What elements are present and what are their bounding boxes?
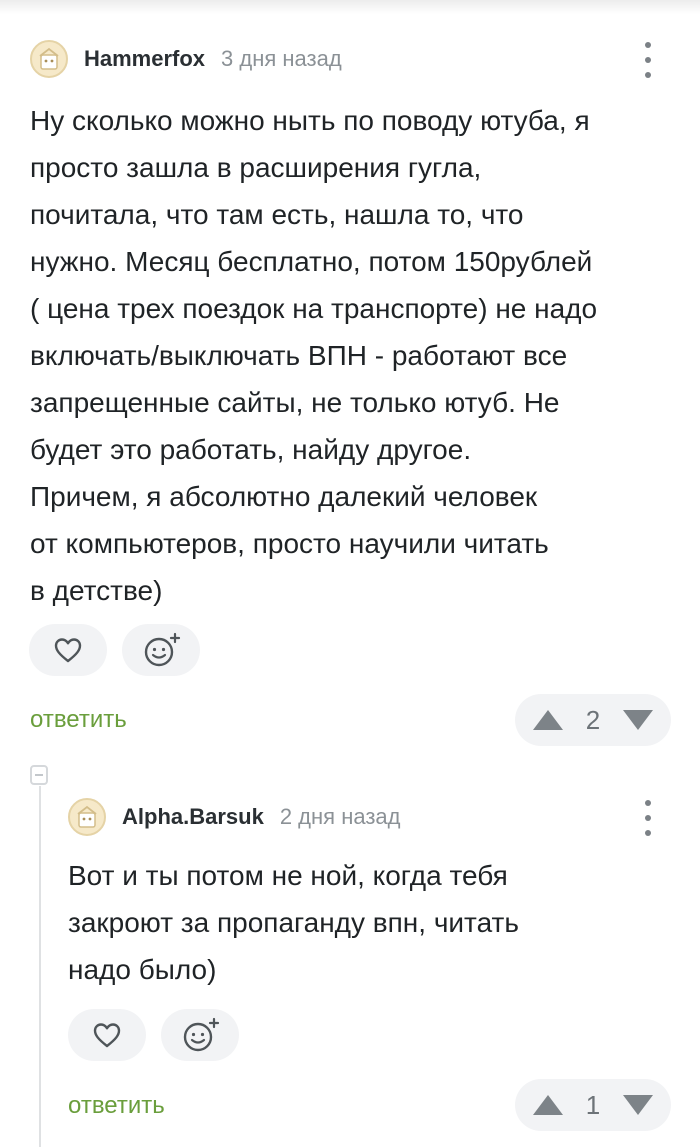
comment-text-line: Вот и ты потом не ной, когда тебя — [68, 860, 508, 891]
comment-text: Ну сколько можно ныть по поводу ютуба, я… — [30, 97, 597, 614]
rating-control: 2 — [515, 694, 671, 746]
downvote-icon[interactable] — [621, 708, 655, 732]
comment-date[interactable]: 3 дня назад — [221, 46, 342, 72]
comment-text-line: Причем, я абсолютно далекий человек — [30, 481, 538, 512]
default-avatar-icon[interactable] — [68, 798, 106, 836]
comment-header: Alpha.Barsuk 2 дня назад — [68, 798, 400, 836]
comment-text-line: просто зашла в расширения гугла, — [30, 152, 482, 183]
rating-count: 2 — [585, 704, 601, 735]
heart-icon — [54, 638, 82, 663]
comment-header: Hammerfox 3 дня назад — [30, 40, 342, 78]
like-button[interactable] — [29, 624, 107, 676]
comment-text-line: нужно. Месяц бесплатно, потом 150рублей — [30, 246, 593, 277]
comment-text-line: почитала, что там есть, нашла то, что — [30, 199, 524, 230]
top-shadow — [0, 0, 700, 14]
add-emoji-icon — [183, 1017, 220, 1052]
reply-link[interactable]: ответить — [30, 706, 127, 734]
author-name[interactable]: Alpha.Barsuk — [122, 804, 264, 830]
like-button[interactable] — [68, 1009, 146, 1061]
more-vertical-icon[interactable] — [638, 800, 658, 836]
upvote-icon[interactable] — [531, 1093, 565, 1117]
rating-control: 1 — [515, 1079, 671, 1131]
comment-text-line: будет это работать, найду другое. — [30, 434, 472, 465]
upvote-icon[interactable] — [531, 708, 565, 732]
add-emoji-icon — [144, 632, 181, 667]
author-name[interactable]: Hammerfox — [84, 46, 205, 72]
comment-text-line: надо было) — [68, 954, 217, 985]
comment-text-line: включать/выключать ВПН - работают все — [30, 340, 568, 371]
default-avatar-icon[interactable] — [30, 40, 68, 78]
comment-text-line: запрещенные сайты, не только ютуб. Не — [30, 387, 560, 418]
heart-icon — [93, 1023, 121, 1048]
comment-text-line: в детстве) — [30, 575, 163, 606]
thread-line — [39, 786, 41, 1147]
add-reaction-button[interactable] — [161, 1009, 239, 1061]
collapse-thread-icon[interactable] — [30, 765, 48, 785]
add-reaction-button[interactable] — [122, 624, 200, 676]
downvote-icon[interactable] — [621, 1093, 655, 1117]
comment-date[interactable]: 2 дня назад — [280, 804, 401, 830]
reply-link[interactable]: ответить — [68, 1092, 165, 1120]
comment-text: Вот и ты потом не ной, когда тебя закрою… — [68, 852, 519, 993]
comment-text-line: от компьютеров, просто научили читать — [30, 528, 549, 559]
rating-count: 1 — [585, 1089, 601, 1120]
comment-text-line: ( цена трех поездок на транспорте) не на… — [30, 293, 598, 324]
comment-text-line: закроют за пропаганду впн, читать — [68, 907, 519, 938]
more-vertical-icon[interactable] — [638, 42, 658, 78]
comment-text-line: Ну сколько можно ныть по поводу ютуба, я — [30, 105, 590, 136]
